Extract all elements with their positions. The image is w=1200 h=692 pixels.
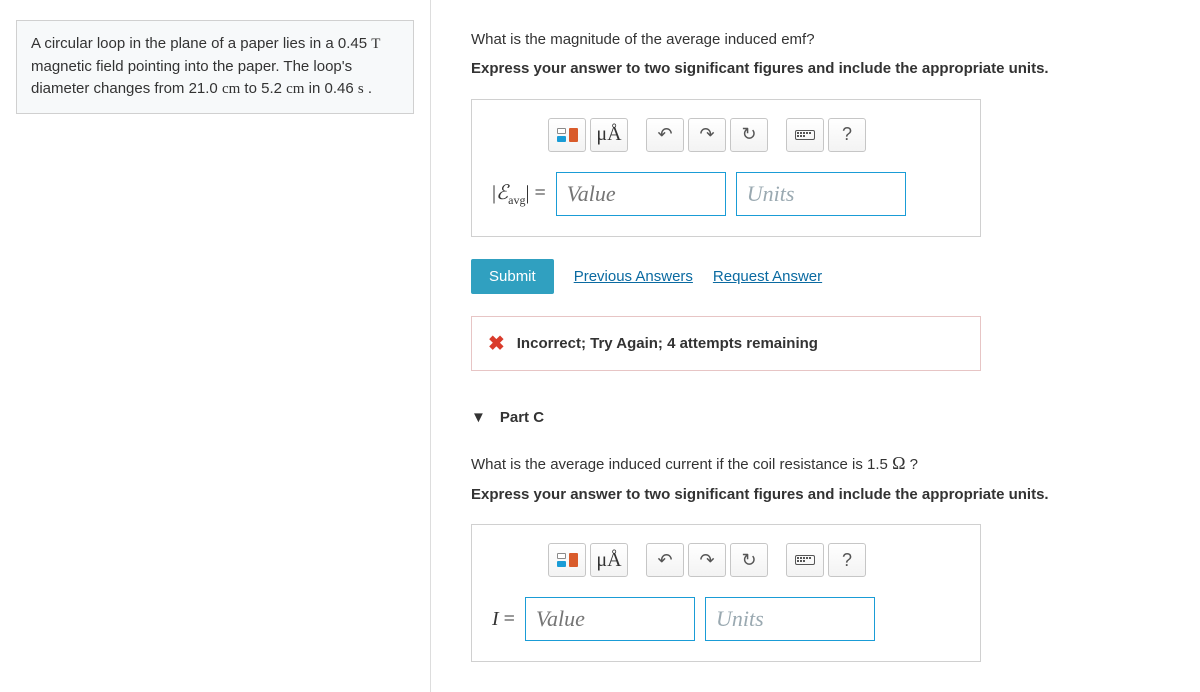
incorrect-icon: ✖ bbox=[488, 331, 505, 356]
templates-button[interactable] bbox=[548, 543, 586, 577]
unit-cm: cm bbox=[222, 81, 240, 97]
request-answer-link[interactable]: Request Answer bbox=[713, 268, 822, 285]
undo-icon: ↶ bbox=[657, 550, 672, 571]
help-button[interactable]: ? bbox=[828, 543, 866, 577]
partb-question: What is the magnitude of the average ind… bbox=[471, 29, 1184, 50]
units-button[interactable]: μÅ bbox=[590, 118, 628, 152]
redo-button[interactable]: ↷ bbox=[688, 543, 726, 577]
keyboard-icon bbox=[795, 555, 815, 565]
partc-question: What is the average induced current if t… bbox=[471, 451, 1184, 476]
previous-answers-link[interactable]: Previous Answers bbox=[574, 268, 693, 285]
partb-variable-label: |ℰavg| = bbox=[492, 180, 546, 208]
partc-answer-frame: μÅ ↶ ↷ ↻ ? I = Units bbox=[471, 524, 981, 662]
partb-units-input[interactable]: Units bbox=[736, 172, 906, 216]
undo-icon: ↶ bbox=[657, 124, 672, 145]
feedback-text: Incorrect; Try Again; 4 attempts remaini… bbox=[517, 335, 818, 352]
submit-button[interactable]: Submit bbox=[471, 259, 554, 294]
reset-icon: ↻ bbox=[741, 550, 756, 571]
reset-button[interactable]: ↻ bbox=[730, 543, 768, 577]
templates-button[interactable] bbox=[548, 118, 586, 152]
redo-icon: ↷ bbox=[699, 124, 714, 145]
unit-cm: cm bbox=[286, 81, 304, 97]
partc-collapse-toggle[interactable]: ▼ bbox=[471, 409, 486, 426]
partc-units-input[interactable]: Units bbox=[705, 597, 875, 641]
partb-answer-frame: μÅ ↶ ↷ ↻ ? |ℰavg| = Units bbox=[471, 99, 981, 237]
templates-icon bbox=[557, 128, 578, 142]
help-button[interactable]: ? bbox=[828, 118, 866, 152]
undo-button[interactable]: ↶ bbox=[646, 543, 684, 577]
keyboard-icon bbox=[795, 130, 815, 140]
problem-statement: A circular loop in the plane of a paper … bbox=[16, 20, 414, 114]
partb-toolbar: μÅ ↶ ↷ ↻ ? bbox=[548, 116, 960, 154]
partc-title: Part C bbox=[500, 409, 544, 426]
reset-button[interactable]: ↻ bbox=[730, 118, 768, 152]
redo-icon: ↷ bbox=[699, 550, 714, 571]
partb-value-input[interactable] bbox=[556, 172, 726, 216]
ohm-symbol: Ω bbox=[892, 453, 905, 473]
templates-icon bbox=[557, 553, 578, 567]
redo-button[interactable]: ↷ bbox=[688, 118, 726, 152]
reset-icon: ↻ bbox=[741, 124, 756, 145]
problem-text: A circular loop in the plane of a paper … bbox=[31, 35, 371, 52]
partc-variable-label: I = bbox=[492, 608, 515, 631]
units-button[interactable]: μÅ bbox=[590, 543, 628, 577]
partb-instruction: Express your answer to two significant f… bbox=[471, 58, 1184, 81]
var-T: T bbox=[371, 36, 380, 52]
partc-instruction: Express your answer to two significant f… bbox=[471, 484, 1184, 507]
partc-toolbar: μÅ ↶ ↷ ↻ ? bbox=[548, 541, 960, 579]
partc-value-input[interactable] bbox=[525, 597, 695, 641]
keyboard-button[interactable] bbox=[786, 118, 824, 152]
feedback-box: ✖ Incorrect; Try Again; 4 attempts remai… bbox=[471, 316, 981, 371]
undo-button[interactable]: ↶ bbox=[646, 118, 684, 152]
keyboard-button[interactable] bbox=[786, 543, 824, 577]
